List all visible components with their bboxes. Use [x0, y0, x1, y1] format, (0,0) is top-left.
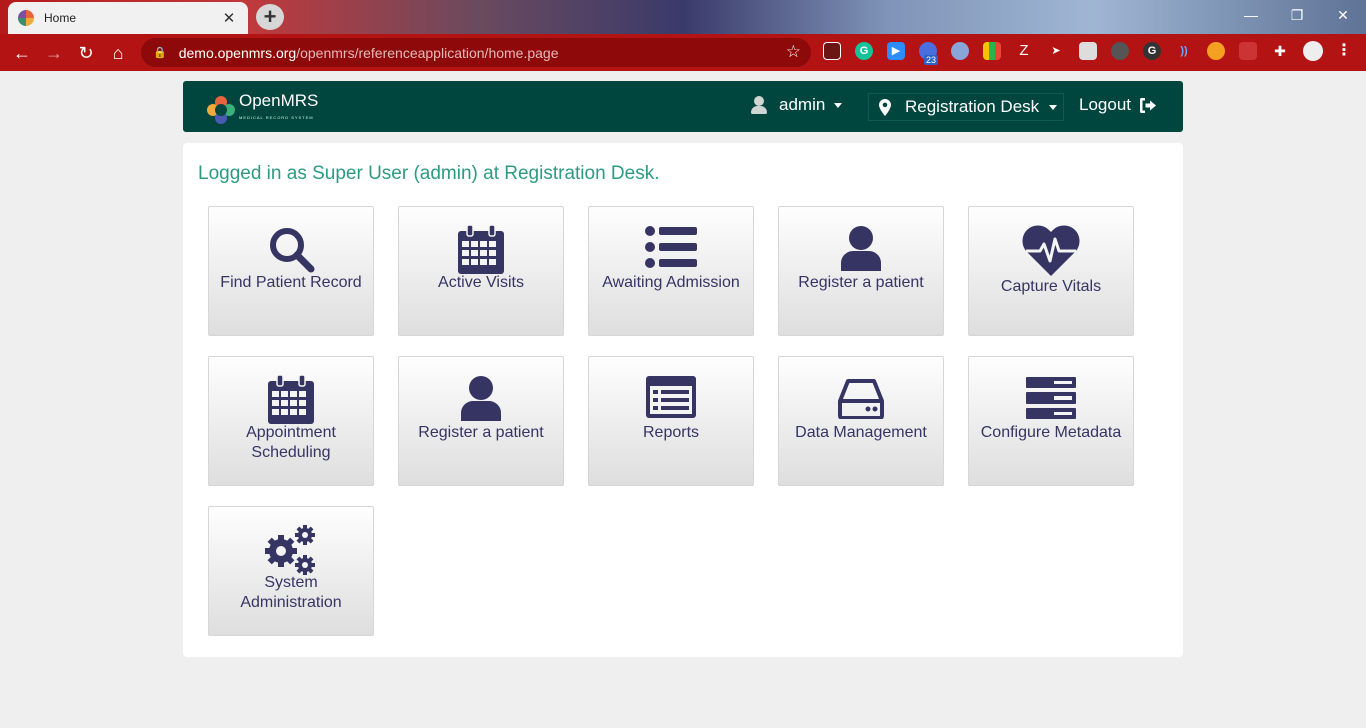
url-path: /openmrs/referenceapplication/home.page — [296, 44, 559, 61]
back-icon[interactable]: ← — [6, 38, 38, 68]
logo-text: OpenMRS — [239, 91, 319, 110]
logo-subtitle: MEDICAL RECORD SYSTEM — [239, 115, 314, 120]
forward-icon[interactable]: → — [38, 38, 70, 68]
username: admin — [779, 95, 826, 114]
extension-icon[interactable] — [983, 42, 1001, 60]
app-label: Register a patient — [418, 424, 544, 441]
calendar-icon — [268, 375, 314, 424]
app-capture-vitals[interactable]: Capture Vitals — [968, 206, 1134, 336]
app-label: Awaiting Admission — [602, 274, 740, 291]
hard-drive-icon — [838, 379, 884, 419]
home-icon[interactable]: ⌂ — [102, 38, 134, 68]
user-menu[interactable]: admin — [751, 95, 843, 115]
tab-close-icon[interactable]: ✕ — [220, 9, 238, 27]
app-label: Reports — [642, 424, 700, 441]
url-domain: demo.openmrs.org — [178, 44, 297, 61]
location-selector[interactable]: Registration Desk — [868, 93, 1065, 121]
logout-link[interactable]: Logout — [1079, 95, 1157, 115]
list-icon — [645, 226, 697, 268]
app-label: Capture Vitals — [1000, 278, 1102, 295]
extension-badge: 23 — [924, 55, 939, 65]
browser-tab-strip: Home ✕ + — ❐ ✕ — [0, 0, 1366, 34]
app-label: Register a patient — [798, 274, 924, 291]
reload-icon[interactable]: ↻ — [70, 38, 102, 68]
app-system-administration[interactable]: System Administration — [208, 506, 374, 636]
map-marker-icon — [879, 98, 891, 116]
lock-icon[interactable]: 🔒 — [153, 46, 167, 59]
app-appointment-scheduling[interactable]: Appointment Scheduling — [208, 356, 374, 486]
browser-tab[interactable]: Home ✕ — [8, 2, 248, 34]
extension-icon[interactable] — [951, 42, 969, 60]
logout-label: Logout — [1079, 95, 1131, 114]
user-icon — [461, 376, 501, 421]
openmrs-logo[interactable]: OpenMRS MEDICAL RECORD SYSTEM — [207, 91, 319, 126]
report-icon — [646, 376, 696, 418]
heartbeat-icon — [1022, 225, 1080, 276]
app-header: OpenMRS MEDICAL RECORD SYSTEM admin Regi… — [183, 81, 1183, 132]
extension-icon[interactable] — [1239, 42, 1257, 60]
app-awaiting-admission[interactable]: Awaiting Admission — [588, 206, 754, 336]
caret-down-icon — [1049, 104, 1058, 110]
pointer-extension-icon[interactable]: ➤ — [1047, 42, 1065, 60]
app-configure-metadata[interactable]: Configure Metadata — [968, 356, 1134, 486]
user-icon — [751, 96, 767, 114]
grammarly-icon[interactable]: G — [855, 42, 873, 60]
user-icon — [841, 226, 881, 271]
tab-title: Home — [44, 11, 77, 25]
browser-toolbar: ← → ↻ ⌂ 🔒 demo.openmrs.org/openmrs/refer… — [0, 34, 1366, 71]
extension-icon[interactable]: )) — [1175, 42, 1193, 60]
bookmark-star-icon[interactable]: ☆ — [786, 42, 801, 62]
profile-avatar[interactable] — [1303, 41, 1323, 61]
app-active-visits[interactable]: Active Visits — [398, 206, 564, 336]
minimize-button[interactable]: — — [1228, 0, 1274, 30]
home-panel: Logged in as Super User (admin) at Regis… — [183, 143, 1183, 657]
app-reports[interactable]: Reports — [588, 356, 754, 486]
app-register-patient[interactable]: Register a patient — [778, 206, 944, 336]
app-label: Appointment Scheduling — [246, 424, 336, 461]
address-bar[interactable]: 🔒 demo.openmrs.org/openmrs/referenceappl… — [141, 38, 811, 67]
app-label: Find Patient Record — [220, 274, 362, 291]
app-label: Active Visits — [438, 274, 524, 291]
new-tab-button[interactable]: + — [256, 4, 284, 30]
extension-icon[interactable]: G — [1143, 42, 1161, 60]
search-icon — [270, 228, 315, 273]
app-label: System Administration — [240, 574, 342, 611]
openmrs-logo-icon — [207, 95, 235, 124]
restore-button[interactable]: ❐ — [1274, 0, 1320, 30]
extension-icon[interactable] — [823, 42, 841, 60]
extension-icon[interactable] — [1111, 42, 1129, 60]
calendar-icon — [458, 225, 504, 274]
app-data-management[interactable]: Data Management — [778, 356, 944, 486]
close-window-button[interactable]: ✕ — [1320, 0, 1366, 30]
sign-out-icon — [1140, 97, 1156, 113]
zoom-icon[interactable]: ▶ — [887, 42, 905, 60]
browser-menu-icon[interactable]: ⋮ — [1335, 42, 1353, 60]
app-find-patient-record[interactable]: Find Patient Record — [208, 206, 374, 336]
app-label: Data Management — [795, 424, 927, 441]
extension-icon[interactable] — [1207, 42, 1225, 60]
location-name: Registration Desk — [905, 97, 1040, 116]
openmrs-favicon-icon — [18, 10, 34, 26]
extension-icon[interactable] — [1079, 42, 1097, 60]
app-label: Configure Metadata — [980, 424, 1122, 441]
gears-icon — [265, 525, 315, 575]
extensions-puzzle-icon[interactable]: ✚ — [1271, 42, 1289, 60]
caret-down-icon — [834, 102, 843, 108]
extension-icon[interactable]: Z — [1015, 42, 1033, 60]
login-message: Logged in as Super User (admin) at Regis… — [198, 163, 660, 184]
app-register-patient[interactable]: Register a patient — [398, 356, 564, 486]
server-icon — [1026, 377, 1076, 419]
